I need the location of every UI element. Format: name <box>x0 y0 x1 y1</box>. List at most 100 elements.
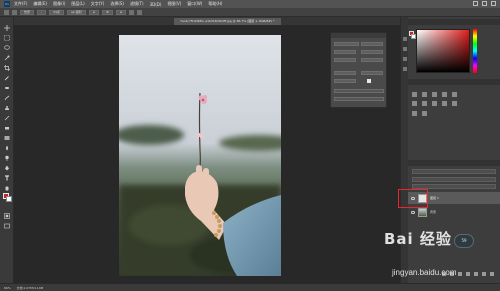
watermark-logo: Bai 经验 <box>384 230 452 248</box>
clone-stamp-tool-icon[interactable] <box>4 105 10 111</box>
posterize-icon[interactable] <box>422 110 427 116</box>
character-icon[interactable] <box>403 57 407 61</box>
align-right-button[interactable]: ≡ <box>115 9 127 15</box>
channel-mixer-icon[interactable] <box>452 101 457 107</box>
layer-name[interactable]: 背景 <box>430 210 436 214</box>
baidu-watermark: Bai 经验 jingyan.baidu.com <box>384 228 498 288</box>
menu-bar: Ps 文件(F) 编辑(E) 图像(I) 图层(L) 文字(Y) 选择(S) 滤… <box>0 0 500 8</box>
photo-illustration <box>119 35 281 276</box>
align-left-button[interactable]: ≡ <box>88 9 100 15</box>
quick-mask-icon[interactable] <box>4 213 10 219</box>
character-panel-header[interactable] <box>331 33 386 38</box>
eye-icon[interactable] <box>411 210 415 214</box>
align-center-button[interactable]: ≣ <box>102 9 113 15</box>
kerning-field[interactable] <box>334 58 356 62</box>
text-tool-icon[interactable] <box>4 9 9 15</box>
healing-brush-tool-icon[interactable] <box>4 85 10 91</box>
adjustments-panel-tabs <box>408 79 500 85</box>
text-color-chip[interactable] <box>367 79 371 83</box>
exposure-icon[interactable] <box>442 92 447 97</box>
background-color-swatch[interactable] <box>6 196 12 202</box>
type-tool-icon[interactable] <box>4 175 10 181</box>
layer-thumbnail <box>418 207 427 217</box>
font-style-select[interactable]: - <box>37 9 47 15</box>
crop-tool-icon[interactable] <box>4 65 10 71</box>
photoshop-logo: Ps <box>4 1 10 7</box>
menu-3d[interactable]: 3D(D) <box>150 2 162 7</box>
lasso-tool-icon[interactable] <box>4 45 10 51</box>
document-tab[interactable]: 7ac4c7f19d48d..a1bd18c9b2ff.jpg @ 66.7% … <box>174 18 281 25</box>
pen-tool-icon[interactable] <box>4 165 10 171</box>
color-panel-tabs <box>408 19 500 25</box>
adjustment-icons <box>412 92 462 116</box>
menu-image[interactable]: 图像(I) <box>53 1 65 7</box>
menu-file[interactable]: 文件(F) <box>14 1 27 7</box>
paragraph-icon[interactable] <box>403 67 407 71</box>
layers-panel-tabs <box>408 160 500 166</box>
gradient-tool-icon[interactable] <box>4 135 10 141</box>
history-brush-tool-icon[interactable] <box>4 115 10 121</box>
hand-tool-icon[interactable] <box>4 185 10 191</box>
blend-mode-bar[interactable] <box>412 177 496 182</box>
quick-select-tool-icon[interactable] <box>4 55 10 61</box>
text-orientation-icon[interactable] <box>12 9 17 15</box>
canvas-area[interactable] <box>14 25 400 283</box>
maximize-icon[interactable] <box>482 1 487 6</box>
document-image[interactable] <box>119 35 281 276</box>
menu-select[interactable]: 选择(S) <box>110 1 124 7</box>
eraser-tool-icon[interactable] <box>4 125 10 131</box>
menu-help[interactable]: 帮助(H) <box>208 1 222 7</box>
leading-field[interactable] <box>361 50 383 54</box>
vertical-scale-field[interactable] <box>334 71 356 75</box>
menu-view[interactable]: 视图(V) <box>167 1 181 7</box>
photo-filter-icon[interactable] <box>442 101 447 107</box>
menu-filter[interactable]: 滤镜(T) <box>130 1 144 7</box>
color-picker-field[interactable] <box>416 29 470 73</box>
font-size-select[interactable]: 24点 <box>49 9 64 15</box>
menu-window[interactable]: 窗口(W) <box>187 1 202 7</box>
eyedropper-tool-icon[interactable] <box>4 75 10 81</box>
hue-saturation-icon[interactable] <box>412 101 417 107</box>
document-info[interactable]: 文档:2.07M/4.14M <box>17 286 44 290</box>
dodge-tool-icon[interactable] <box>4 155 10 161</box>
curves-icon[interactable] <box>432 92 437 97</box>
minimize-icon[interactable] <box>473 1 478 6</box>
layer-name[interactable]: 图层 1 <box>430 196 439 200</box>
invert-icon[interactable] <box>412 110 417 116</box>
font-style-field[interactable] <box>361 42 383 46</box>
brush-tool-icon[interactable] <box>4 95 10 101</box>
document-tab-bar: 7ac4c7f19d48d..a1bd18c9b2ff.jpg @ 66.7% … <box>14 17 400 25</box>
zoom-level[interactable]: 66% <box>4 286 11 290</box>
warp-text-icon[interactable] <box>137 9 143 15</box>
tracking-field[interactable] <box>361 58 383 62</box>
move-tool-icon[interactable] <box>4 25 10 31</box>
font-family-select[interactable]: 仿宋 <box>20 9 35 15</box>
text-style-buttons[interactable] <box>334 89 384 93</box>
black-white-icon[interactable] <box>432 101 437 107</box>
font-size-field[interactable] <box>334 50 356 54</box>
screen-mode-icon[interactable] <box>4 223 10 229</box>
history-icon[interactable] <box>403 37 407 41</box>
baseline-shift-field[interactable] <box>334 79 356 83</box>
anti-alias-select[interactable]: aa 锐利 <box>66 9 86 15</box>
vibrance-icon[interactable] <box>452 92 457 97</box>
close-icon[interactable] <box>491 1 496 6</box>
menu-edit[interactable]: 编辑(E) <box>33 1 47 7</box>
window-controls <box>473 1 496 6</box>
properties-icon[interactable] <box>403 47 407 51</box>
blur-tool-icon[interactable] <box>4 145 10 151</box>
character-panel <box>330 32 387 108</box>
marquee-tool-icon[interactable] <box>4 35 10 41</box>
text-color-swatch[interactable] <box>129 9 135 15</box>
horizontal-scale-field[interactable] <box>361 71 383 75</box>
menu-layer[interactable]: 图层(L) <box>71 1 84 7</box>
levels-icon[interactable] <box>422 92 427 97</box>
opentype-buttons[interactable] <box>334 97 384 101</box>
menu-type[interactable]: 文字(Y) <box>91 1 105 7</box>
font-family-field[interactable] <box>334 42 359 46</box>
brightness-icon[interactable] <box>412 92 417 97</box>
watermark-url: jingyan.baidu.com <box>392 268 457 277</box>
hue-slider[interactable] <box>473 29 477 73</box>
color-balance-icon[interactable] <box>422 101 427 107</box>
layer-filter-bar[interactable] <box>412 169 496 174</box>
